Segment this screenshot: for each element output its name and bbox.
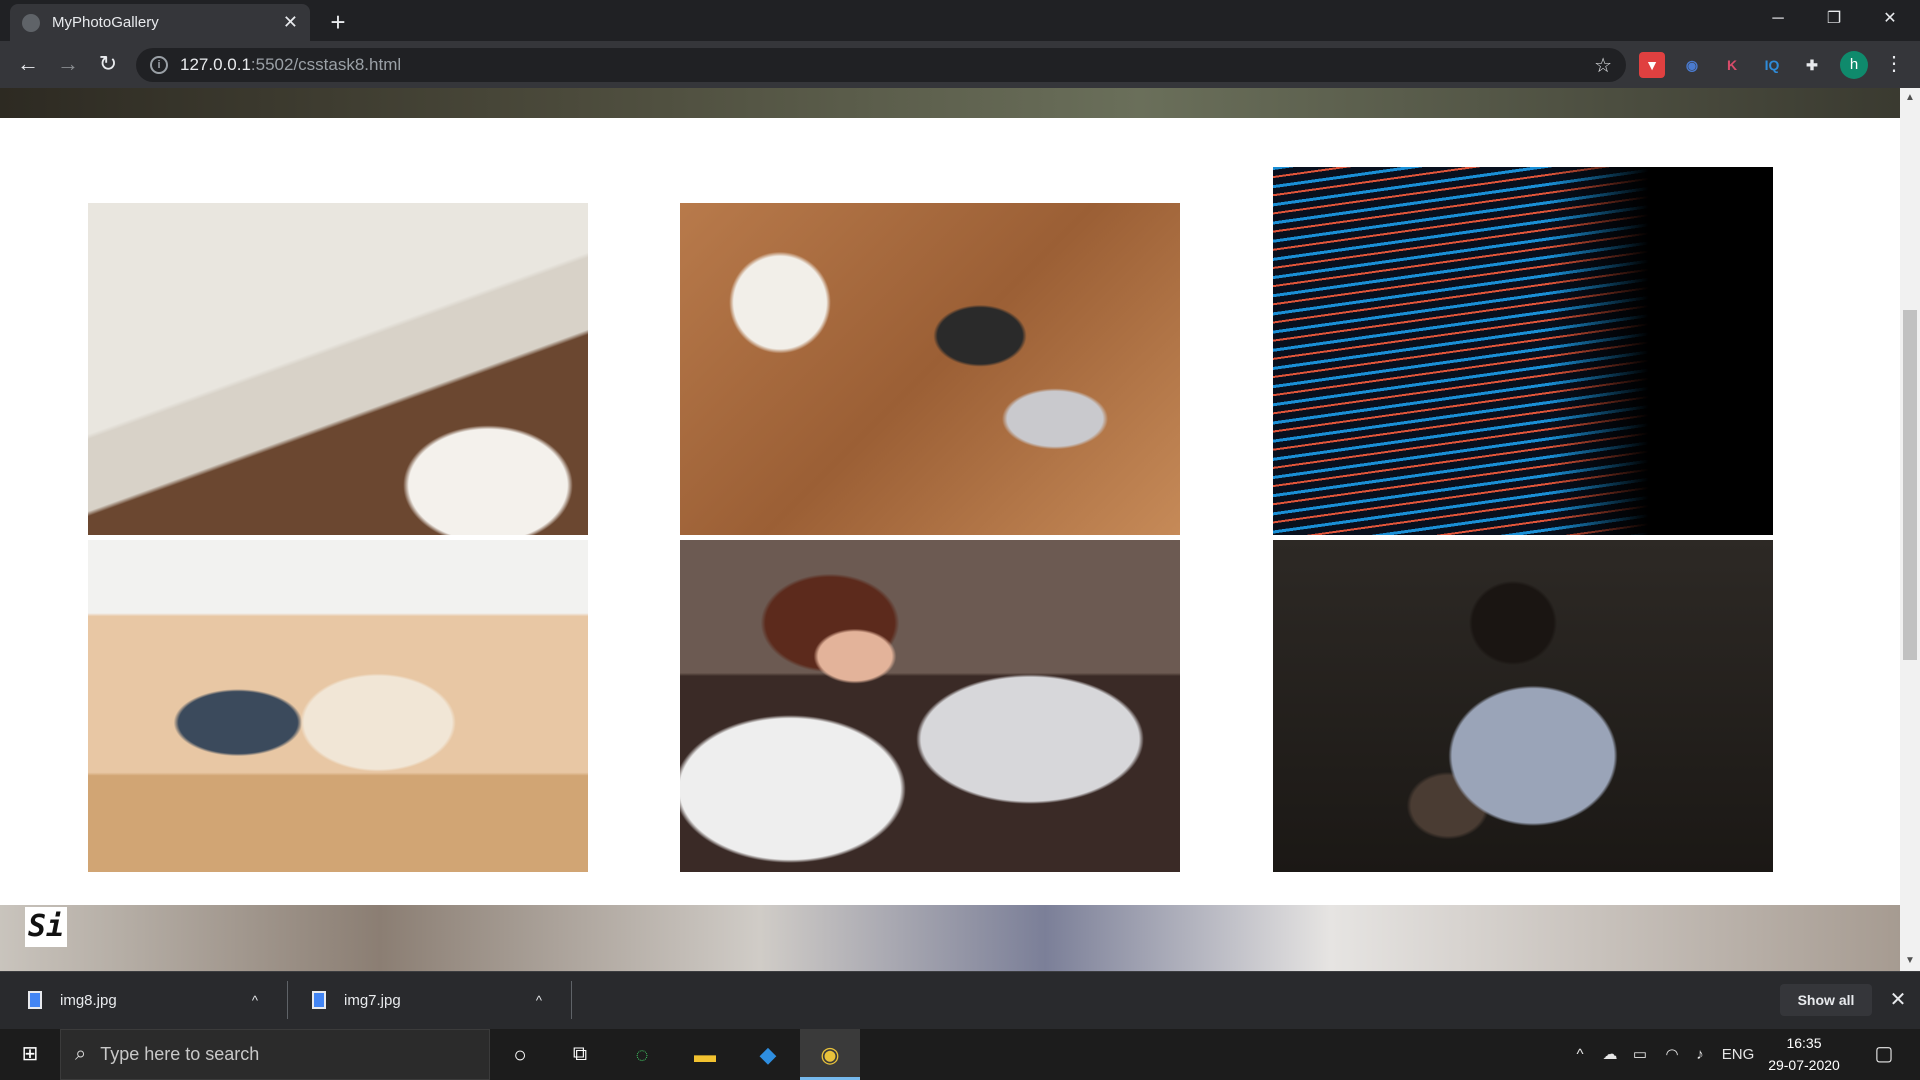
- new-tab-button[interactable]: +: [322, 6, 354, 38]
- section-heading: Si: [25, 907, 68, 947]
- info-icon[interactable]: i: [150, 56, 168, 74]
- chevron-up-icon[interactable]: ^: [536, 993, 542, 1008]
- show-all-button[interactable]: Show all: [1780, 984, 1872, 1016]
- taskbar-clock[interactable]: 16:35 29-07-2020: [1756, 1032, 1852, 1078]
- download-item[interactable]: img7.jpg ^: [312, 971, 564, 1029]
- team-meeting-desk-photo: [680, 203, 1180, 535]
- downloads-bar: [0, 971, 1920, 1029]
- profile-avatar[interactable]: h: [1840, 51, 1868, 79]
- forward-button[interactable]: →: [52, 48, 84, 80]
- smiling-laptop-woman-photo: [680, 540, 1180, 872]
- url-path: :5502/csstask8.html: [250, 55, 402, 74]
- onedrive-cloud-icon[interactable]: ☁: [1596, 1029, 1624, 1080]
- close-window-button[interactable]: ✕: [1862, 0, 1918, 40]
- reload-button[interactable]: ↻: [92, 48, 124, 80]
- address-bar[interactable]: i 127.0.0.1:5502/csstask8.html ☆: [136, 48, 1626, 82]
- globe-icon: [22, 13, 40, 32]
- close-tab-icon[interactable]: ✕: [283, 12, 298, 33]
- clock-time: 16:35: [1786, 1035, 1822, 1051]
- chrome-icon[interactable]: ◉: [800, 1029, 860, 1080]
- image-file-icon: [28, 991, 42, 1009]
- windows-start-icon[interactable]: ⊞: [0, 1029, 60, 1080]
- url-host: 127.0.0.1: [180, 55, 251, 74]
- tab-title: MyPhotoGallery: [52, 14, 159, 31]
- bookmark-star-icon[interactable]: ☆: [1594, 53, 1612, 78]
- page-viewport: Si: [0, 88, 1900, 971]
- restore-button[interactable]: ❐: [1806, 0, 1862, 40]
- cortana-icon[interactable]: ○: [490, 1029, 550, 1080]
- pocket-icon[interactable]: ▼: [1639, 52, 1665, 78]
- footer-banner-image: [0, 905, 1900, 971]
- task-view-icon[interactable]: ⧉: [550, 1029, 610, 1080]
- reading-woman-photo: [1273, 540, 1773, 872]
- scroll-down-arrow-icon[interactable]: ▼: [1900, 953, 1920, 969]
- notification-icon[interactable]: ▢: [1864, 1029, 1904, 1080]
- language-indicator[interactable]: ENG: [1718, 1029, 1758, 1080]
- battery-icon[interactable]: ▭: [1626, 1029, 1654, 1080]
- k-extension-icon[interactable]: K: [1719, 52, 1745, 78]
- iq-extension-icon[interactable]: IQ: [1759, 52, 1785, 78]
- divider: [571, 981, 572, 1019]
- header-banner-image: [0, 88, 1900, 118]
- image-file-icon: [312, 991, 326, 1009]
- chevron-up-icon[interactable]: ^: [252, 993, 258, 1008]
- scroll-thumb[interactable]: [1903, 310, 1917, 660]
- download-filename: img8.jpg: [60, 991, 117, 1009]
- search-placeholder: Type here to search: [100, 1044, 260, 1064]
- minimize-button[interactable]: ─: [1750, 0, 1806, 40]
- volume-icon[interactable]: ♪: [1686, 1029, 1714, 1080]
- back-button[interactable]: ←: [12, 48, 44, 80]
- vscode-icon[interactable]: ◆: [738, 1029, 798, 1080]
- browser-tab[interactable]: MyPhotoGallery ✕: [10, 4, 310, 41]
- wifi-icon[interactable]: ◠: [1658, 1029, 1686, 1080]
- tray-chevron-up-icon[interactable]: ^: [1568, 1029, 1592, 1080]
- scroll-up-arrow-icon[interactable]: ▲: [1900, 90, 1920, 106]
- file-explorer-icon[interactable]: ▬: [675, 1029, 735, 1080]
- clock-date: 29-07-2020: [1768, 1057, 1840, 1073]
- browser-menu-icon[interactable]: ⋮: [1878, 48, 1910, 80]
- divider: [287, 981, 288, 1019]
- planner-notebook-photo: [88, 203, 588, 535]
- masked-students-photo: [88, 540, 588, 872]
- search-icon: ⌕: [75, 1043, 87, 1065]
- download-item[interactable]: img8.jpg ^: [28, 971, 280, 1029]
- download-filename: img7.jpg: [344, 991, 401, 1009]
- taskbar-search-input[interactable]: ⌕ Type here to search: [60, 1029, 490, 1080]
- grammarly-icon[interactable]: ◉: [1679, 52, 1705, 78]
- close-downloads-icon[interactable]: ✕: [1882, 984, 1914, 1016]
- code-screen-photo: [1273, 167, 1773, 535]
- extensions-puzzle-icon[interactable]: ✚: [1799, 52, 1825, 78]
- app-sync-icon[interactable]: ◌: [612, 1029, 672, 1080]
